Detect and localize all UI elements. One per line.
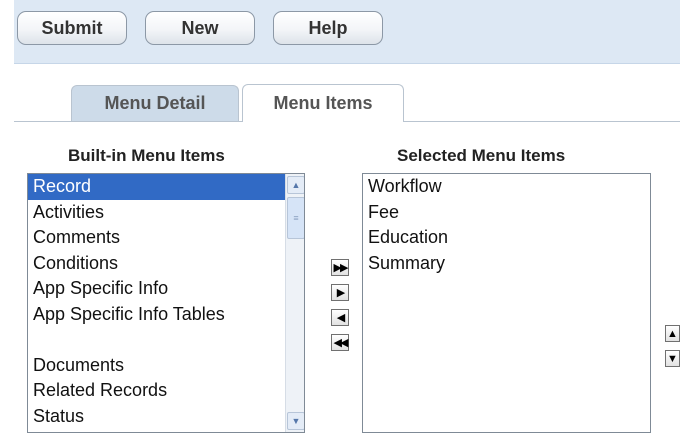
- submit-button[interactable]: Submit: [17, 11, 127, 45]
- scroll-thumb[interactable]: ≡: [287, 197, 304, 239]
- list-item[interactable]: Conditions: [28, 251, 304, 277]
- list-item[interactable]: Record: [28, 174, 285, 200]
- help-button[interactable]: Help: [273, 11, 383, 45]
- list-item[interactable]: App Specific Info Tables: [28, 302, 304, 328]
- tab-menu-detail[interactable]: Menu Detail: [71, 85, 239, 121]
- selected-menu-items-list[interactable]: Workflow Fee Education Summary: [362, 173, 651, 433]
- remove-button[interactable]: ◀: [331, 309, 349, 326]
- list-item[interactable]: Activities: [28, 200, 304, 226]
- list-item[interactable]: Summary: [363, 251, 650, 277]
- builtin-menu-items-list[interactable]: Record Activities Comments Conditions Ap…: [27, 173, 305, 433]
- builtin-list-scrollbar[interactable]: ▲ ≡ ▼: [285, 174, 304, 432]
- list-item[interactable]: Related Records: [28, 378, 304, 404]
- builtin-menu-items-heading: Built-in Menu Items: [68, 146, 225, 165]
- list-item[interactable]: [28, 327, 304, 353]
- new-button[interactable]: New: [145, 11, 255, 45]
- list-item[interactable]: Fee: [363, 200, 650, 226]
- add-button[interactable]: ▶: [331, 284, 349, 301]
- list-item[interactable]: App Specific Info: [28, 276, 304, 302]
- list-item[interactable]: Comments: [28, 225, 304, 251]
- list-item[interactable]: Workflow: [363, 174, 650, 200]
- list-item[interactable]: Education: [363, 225, 650, 251]
- move-up-button[interactable]: ▲: [665, 325, 680, 342]
- selected-menu-items-heading: Selected Menu Items: [397, 146, 566, 165]
- add-all-button[interactable]: ▶▶: [331, 259, 349, 276]
- list-item[interactable]: Documents: [28, 353, 304, 379]
- toolbar: Submit New Help: [14, 0, 680, 64]
- scroll-down-icon[interactable]: ▼: [287, 412, 304, 430]
- remove-all-button[interactable]: ◀◀: [331, 334, 349, 351]
- tab-menu-items[interactable]: Menu Items: [242, 84, 404, 122]
- list-item[interactable]: Status: [28, 404, 304, 430]
- move-down-button[interactable]: ▼: [665, 350, 680, 367]
- scroll-up-icon[interactable]: ▲: [287, 176, 304, 194]
